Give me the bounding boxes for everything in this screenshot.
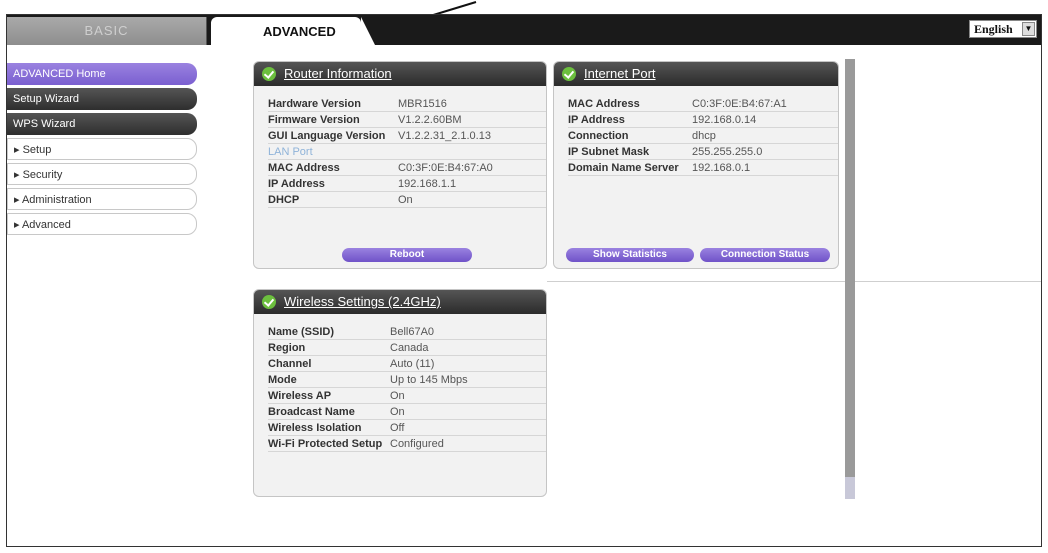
sidebar-item-security[interactable]: ▸ Security bbox=[7, 163, 197, 185]
info-row: Wireless AP On bbox=[268, 388, 546, 404]
sidebar-item-administration[interactable]: ▸ Administration bbox=[7, 188, 197, 210]
info-key: Broadcast Name bbox=[268, 406, 355, 418]
language-select[interactable]: English ▼ bbox=[969, 20, 1037, 38]
info-row: Connection dhcp bbox=[568, 128, 838, 144]
info-key: Wireless Isolation bbox=[268, 422, 362, 434]
info-row: IP Address 192.168.0.14 bbox=[568, 112, 838, 128]
check-icon bbox=[262, 295, 276, 309]
info-row: Broadcast Name On bbox=[268, 404, 546, 420]
sidebar-nav: ADVANCED Home Setup Wizard WPS Wizard ▸ … bbox=[7, 63, 197, 238]
check-icon bbox=[562, 67, 576, 81]
info-value: dhcp bbox=[692, 130, 716, 142]
info-row: Name (SSID) Bell67A0 bbox=[268, 324, 546, 340]
info-value: On bbox=[390, 406, 405, 418]
wireless-settings-header[interactable]: Wireless Settings (2.4GHz) bbox=[254, 290, 546, 314]
scrollbar-thumb[interactable] bbox=[845, 477, 855, 499]
connection-status-button[interactable]: Connection Status bbox=[700, 248, 830, 262]
info-value: Off bbox=[390, 422, 405, 434]
sidebar-item-setup[interactable]: ▸ Setup bbox=[7, 138, 197, 160]
check-icon bbox=[262, 67, 276, 81]
info-row: GUI Language Version V1.2.2.31_2.1.0.13 bbox=[268, 128, 546, 144]
reboot-button[interactable]: Reboot bbox=[342, 248, 472, 262]
info-value: C0:3F:0E:B4:67:A1 bbox=[692, 98, 787, 110]
info-key: Name (SSID) bbox=[268, 326, 335, 338]
info-row: Firmware Version V1.2.2.60BM bbox=[268, 112, 546, 128]
dropdown-arrow-icon: ▼ bbox=[1022, 22, 1035, 36]
wireless-settings-panel: Wireless Settings (2.4GHz) Name (SSID) Be… bbox=[253, 289, 547, 497]
info-key: Mode bbox=[268, 374, 297, 386]
info-value: On bbox=[390, 390, 405, 402]
info-key: Wireless AP bbox=[268, 390, 332, 402]
info-row: Wireless Isolation Off bbox=[268, 420, 546, 436]
info-value: MBR1516 bbox=[398, 98, 447, 110]
sidebar-item-setup-wizard[interactable]: Setup Wizard bbox=[7, 88, 197, 110]
info-key: Channel bbox=[268, 358, 312, 370]
internet-port-panel: Internet Port MAC Address C0:3F:0E:B4:67:… bbox=[553, 61, 839, 269]
info-value: V1.2.2.31_2.1.0.13 bbox=[398, 130, 491, 142]
info-value: Up to 145 Mbps bbox=[390, 374, 468, 386]
info-key: Firmware Version bbox=[268, 114, 360, 126]
info-value: 192.168.0.1 bbox=[692, 162, 751, 174]
info-key: IP Address bbox=[568, 114, 625, 126]
info-key: MAC Address bbox=[268, 162, 340, 174]
info-value: V1.2.2.60BM bbox=[398, 114, 462, 126]
info-key: Domain Name Server bbox=[568, 162, 679, 174]
info-value: Bell67A0 bbox=[390, 326, 435, 338]
info-value: 192.168.0.14 bbox=[692, 114, 757, 126]
router-information-title: Router Information bbox=[284, 66, 392, 81]
info-row: Region Canada bbox=[268, 340, 546, 356]
router-information-header[interactable]: Router Information bbox=[254, 62, 546, 86]
info-key: IP Subnet Mask bbox=[568, 146, 650, 158]
info-key: Wi-Fi Protected Setup bbox=[268, 438, 383, 450]
info-value: Canada bbox=[390, 342, 429, 354]
wireless-settings-rows: Name (SSID) Bell67A0 Region Canada Channel… bbox=[254, 314, 546, 452]
section-divider bbox=[547, 281, 1041, 282]
tab-basic[interactable]: BASIC bbox=[7, 17, 207, 45]
info-row: MAC Address C0:3F:0E:B4:67:A0 bbox=[268, 160, 546, 176]
router-information-panel: Router Information Hardware Version MBR15… bbox=[253, 61, 547, 269]
sidebar-item-advanced[interactable]: ▸ Advanced bbox=[7, 213, 197, 235]
sidebar-item-advanced-home[interactable]: ADVANCED Home bbox=[7, 63, 197, 85]
info-row-lan-port: LAN Port bbox=[268, 144, 546, 160]
info-row: IP Address 192.168.1.1 bbox=[268, 176, 546, 192]
info-key: Connection bbox=[568, 130, 629, 142]
info-value: C0:3F:0E:B4:67:A0 bbox=[398, 162, 493, 174]
sidebar-item-wps-wizard[interactable]: WPS Wizard bbox=[7, 113, 197, 135]
info-value: Configured bbox=[390, 438, 444, 450]
info-row: Mode Up to 145 Mbps bbox=[268, 372, 546, 388]
info-value: On bbox=[398, 194, 413, 206]
show-statistics-button[interactable]: Show Statistics bbox=[566, 248, 694, 262]
router-information-rows: Hardware Version MBR1516 Firmware Version… bbox=[254, 86, 546, 208]
info-key: IP Address bbox=[268, 178, 325, 190]
vertical-scrollbar[interactable] bbox=[845, 59, 855, 499]
info-key: MAC Address bbox=[568, 98, 640, 110]
internet-port-header[interactable]: Internet Port bbox=[554, 62, 838, 86]
info-value: 255.255.255.0 bbox=[692, 146, 763, 158]
language-selected: English bbox=[974, 22, 1013, 36]
internet-port-rows: MAC Address C0:3F:0E:B4:67:A1 IP Address 1… bbox=[554, 86, 838, 176]
info-row: Channel Auto (11) bbox=[268, 356, 546, 372]
top-tab-bar: BASIC ADVANCED English ▼ bbox=[7, 15, 1041, 45]
info-row: Hardware Version MBR1516 bbox=[268, 96, 546, 112]
wireless-settings-title: Wireless Settings (2.4GHz) bbox=[284, 294, 441, 309]
info-row: Domain Name Server 192.168.0.1 bbox=[568, 160, 838, 176]
internet-port-title: Internet Port bbox=[584, 66, 656, 81]
info-value: 192.168.1.1 bbox=[398, 178, 457, 190]
info-key: LAN Port bbox=[268, 146, 313, 158]
info-row: IP Subnet Mask 255.255.255.0 bbox=[568, 144, 838, 160]
info-key: Region bbox=[268, 342, 306, 354]
tab-advanced[interactable]: ADVANCED bbox=[211, 17, 375, 45]
info-row: MAC Address C0:3F:0E:B4:67:A1 bbox=[568, 96, 838, 112]
router-admin-frame: BASIC ADVANCED English ▼ ADVANCED Home S… bbox=[6, 14, 1042, 547]
info-key: DHCP bbox=[268, 194, 300, 206]
info-row: Wi-Fi Protected Setup Configured bbox=[268, 436, 546, 452]
info-row: DHCP On bbox=[268, 192, 546, 208]
info-value: Auto (11) bbox=[390, 358, 435, 370]
info-key: GUI Language Version bbox=[268, 130, 386, 142]
info-key: Hardware Version bbox=[268, 98, 361, 110]
